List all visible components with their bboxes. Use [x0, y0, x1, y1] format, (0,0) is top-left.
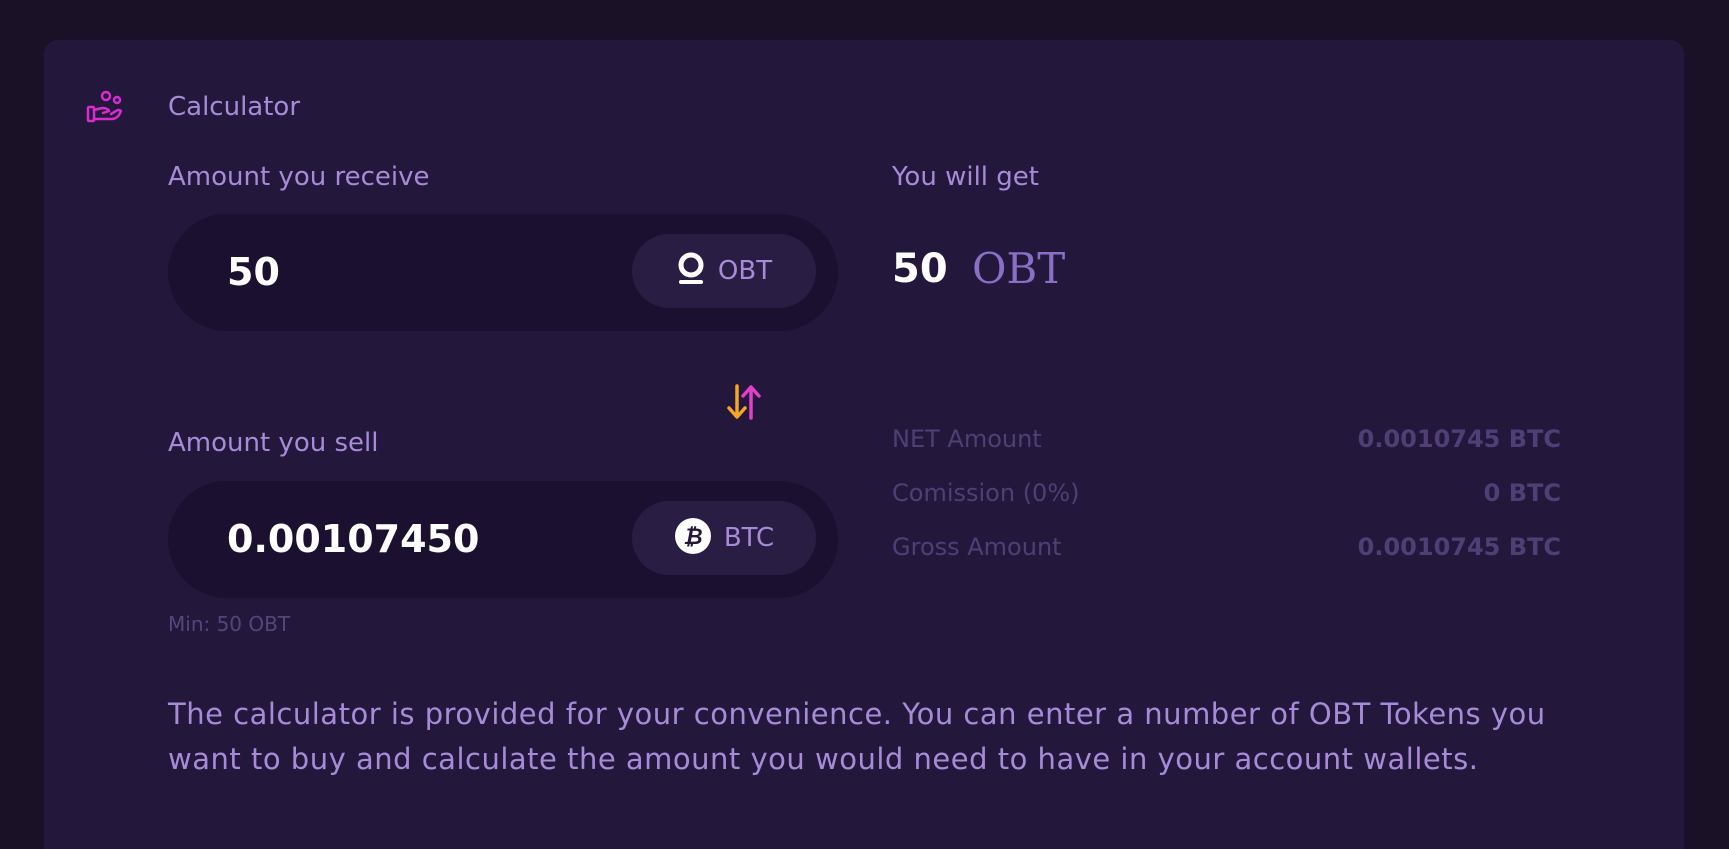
svg-text:₿: ₿ — [683, 525, 702, 550]
gross-amount-label: Gross Amount — [892, 533, 1062, 561]
commission-label: Comission (0%) — [892, 479, 1080, 507]
obt-token-icon — [676, 252, 706, 290]
sell-amount-input[interactable]: 0.00107450 — [227, 481, 479, 598]
sell-field[interactable]: 0.00107450 ₿ BTC — [168, 481, 838, 598]
receive-amount-input[interactable]: 50 — [227, 214, 280, 331]
sell-currency-selector[interactable]: ₿ BTC — [632, 501, 816, 575]
result-unit: OBT — [972, 244, 1066, 293]
sell-currency-label: BTC — [723, 523, 775, 553]
gross-amount-value: 0.0010745 BTC — [1357, 533, 1561, 561]
net-amount-value: 0.0010745 BTC — [1357, 425, 1561, 453]
page: Calculator Amount you receive 50 OBT Amo… — [0, 0, 1729, 849]
receive-currency-label: OBT — [717, 256, 773, 286]
net-amount-label: NET Amount — [892, 425, 1042, 453]
sell-label: Amount you sell — [168, 428, 379, 458]
receive-label: Amount you receive — [168, 162, 430, 192]
calculator-description: The calculator is provided for your conv… — [168, 697, 1546, 776]
receive-field[interactable]: 50 OBT — [168, 214, 838, 331]
receive-currency-selector[interactable]: OBT — [632, 234, 816, 308]
bitcoin-icon: ₿ — [674, 517, 712, 559]
min-amount-note: Min: 50 OBT — [168, 612, 291, 636]
hand-coins-icon — [86, 88, 124, 126]
result-value: 50 — [892, 246, 948, 292]
commission-value: 0 BTC — [1483, 479, 1561, 507]
result-label: You will get — [892, 162, 1039, 192]
calculator-title: Calculator — [168, 92, 301, 122]
swap-arrows-icon[interactable] — [726, 382, 762, 422]
